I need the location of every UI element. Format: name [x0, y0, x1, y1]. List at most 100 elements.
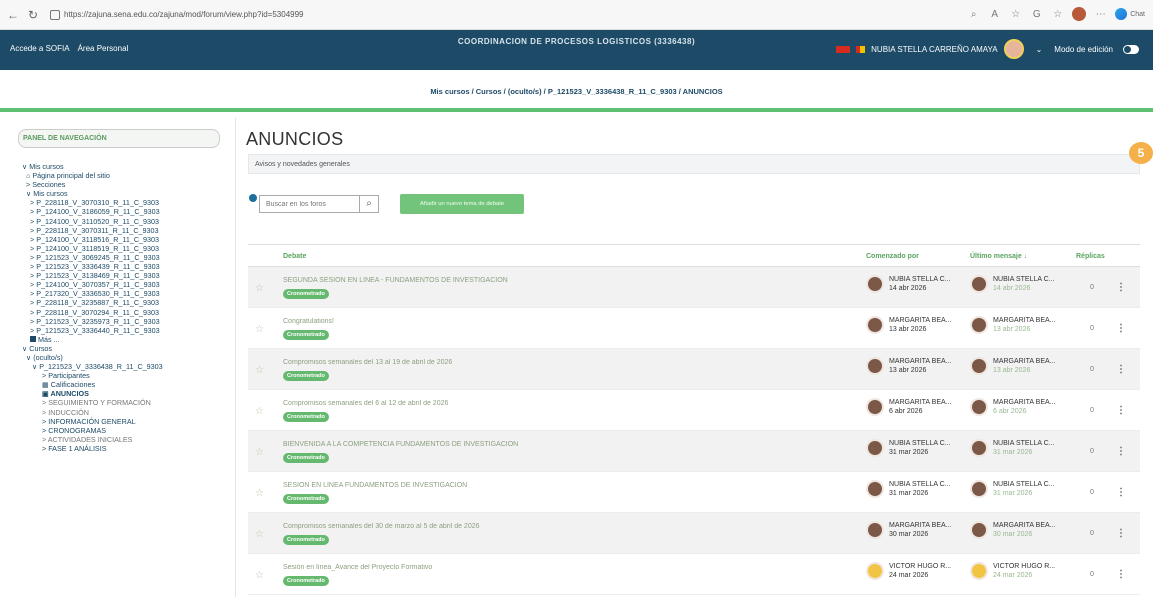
nav-item[interactable]: > Participantes [22, 371, 234, 380]
browser-toolbar: ← ↻ https://zajuna.sena.edu.co/zajuna/mo… [0, 0, 1153, 30]
started-by: NUBIA STELLA C... 31 mar 2026 [866, 439, 950, 457]
nav-item[interactable]: > P_124100_V_3118519_R_11_C_9303 [22, 244, 234, 253]
profile-avatar-icon[interactable] [1072, 7, 1087, 21]
reply-count: 0 [1090, 571, 1094, 578]
table-row[interactable]: ☆ SEGUNDA SESIÓN EN LÍNEA - FUNDAMENTOS … [248, 267, 1140, 308]
notification-badge[interactable]: 5 [1129, 142, 1153, 164]
nav-item[interactable]: > P_124100_V_3186059_R_11_C_9303 [22, 207, 234, 216]
last-post: MARGARITA BEA... 30 mar 2026 [970, 521, 1056, 539]
back-icon[interactable]: ← [6, 8, 20, 22]
address-bar[interactable]: https://zajuna.sena.edu.co/zajuna/mod/fo… [46, 6, 308, 24]
started-by-header[interactable]: Comenzado por [866, 253, 919, 260]
nav-item[interactable]: ∨ P_121523_V_3336438_R_11_C_9303 [22, 362, 234, 371]
started-by: NUBIA STELLA C... 14 abr 2026 [866, 275, 950, 293]
nav-item[interactable]: > P_121523_V_3336440_R_11_C_9303 [22, 326, 234, 335]
star-icon[interactable]: ☆ [255, 447, 264, 458]
nav-item[interactable]: > INFORMACIÓN GENERAL [22, 417, 234, 426]
table-row[interactable]: ☆ BIENVENIDA A LA COMPETENCIA FUNDAMENTO… [248, 431, 1140, 472]
star-icon[interactable]: ☆ [255, 488, 264, 499]
nav-item[interactable]: ▦ Calificaciones [22, 380, 234, 389]
nav-item[interactable]: > P_121523_V_3069245_R_11_C_9303 [22, 253, 234, 262]
star-icon[interactable]: ☆ [255, 365, 264, 376]
replies-header[interactable]: Réplicas [1076, 253, 1105, 260]
avatar [866, 439, 884, 457]
discussion-title[interactable]: Sesión en línea_Avance del Proyecto Form… [283, 564, 843, 571]
info-icon[interactable] [249, 194, 257, 202]
nav-item[interactable]: > P_124100_V_3118516_R_11_C_9303 [22, 235, 234, 244]
more-icon[interactable]: ⋯ [1094, 8, 1107, 21]
avatar [970, 275, 988, 293]
search-input[interactable] [260, 196, 360, 212]
more-vertical-icon[interactable]: ⋮ [1116, 446, 1126, 457]
star-icon[interactable]: ☆ [255, 324, 264, 335]
favorite-icon[interactable]: ☆ [1009, 8, 1022, 21]
page-title: ANUNCIOS [246, 129, 344, 149]
add-discussion-button[interactable]: Añadir un nuevo tema de debate [400, 194, 524, 214]
timed-badge: Cronometrado [283, 453, 329, 463]
more-vertical-icon[interactable]: ⋮ [1116, 323, 1126, 334]
language-icon[interactable] [856, 45, 866, 53]
nav-item[interactable]: ∨ Cursos [22, 344, 234, 353]
nav-item[interactable]: > P_121523_V_3138469_R_11_C_9303 [22, 271, 234, 280]
timed-badge: Cronometrado [283, 412, 329, 422]
discussion-title[interactable]: SEGUNDA SESIÓN EN LÍNEA - FUNDAMENTOS DE… [283, 277, 843, 284]
debate-header[interactable]: Debate [283, 253, 306, 260]
table-row[interactable]: ☆ SESIÓN EN LÍNEA FUNDAMENTOS DE INVESTI… [248, 472, 1140, 513]
discussion-title[interactable]: SESIÓN EN LÍNEA FUNDAMENTOS DE INVESTIGA… [283, 482, 843, 489]
search-icon[interactable]: ⌕ [359, 195, 378, 213]
nav-item[interactable]: > P_228118_V_3070294_R_11_C_9303 [22, 308, 234, 317]
nav-item[interactable]: > P_124100_V_3110520_R_11_C_9303 [22, 217, 234, 226]
discussion-title[interactable]: BIENVENIDA A LA COMPETENCIA FUNDAMENTOS … [283, 441, 843, 448]
nav-item[interactable]: > CRONOGRAMAS [22, 426, 234, 435]
discussion-title[interactable]: Compromisos semanales del 6 al 12 de abr… [283, 400, 843, 407]
nav-item[interactable]: > FASE 1 ANÁLISIS [22, 444, 234, 453]
nav-item[interactable]: ∨ (oculto/s) [22, 353, 234, 362]
more-vertical-icon[interactable]: ⋮ [1116, 569, 1126, 580]
table-row[interactable]: ☆ Congratulations! Cronometrado MARGARIT… [248, 308, 1140, 349]
nav-item[interactable]: ∨ Mis cursos [22, 189, 234, 198]
table-row[interactable]: ☆ Compromisos semanales del 13 al 19 de … [248, 349, 1140, 390]
star-icon[interactable]: ☆ [255, 529, 264, 540]
more-vertical-icon[interactable]: ⋮ [1116, 487, 1126, 498]
nav-item[interactable]: > P_228118_V_3235887_R_11_C_9303 [22, 298, 234, 307]
star-icon[interactable]: ☆ [255, 570, 264, 581]
zoom-icon[interactable]: ⌕ [967, 8, 980, 21]
read-aloud-icon[interactable]: A [988, 8, 1001, 21]
nav-item[interactable]: > P_228118_V_3070311_R_11_C_9303 [22, 226, 234, 235]
nav-item[interactable]: > ACTIVIDADES INICIALES [22, 435, 234, 444]
more-vertical-icon[interactable]: ⋮ [1116, 405, 1126, 416]
table-row[interactable]: ☆ Sesión en línea_Avance del Proyecto Fo… [248, 554, 1140, 595]
discussion-title[interactable]: Congratulations! [283, 318, 843, 325]
nav-item[interactable]: > Secciones [22, 180, 234, 189]
nav-item[interactable]: ∨ Mis cursos [22, 162, 234, 171]
table-row[interactable]: ☆ Compromisos semanales del 6 al 12 de a… [248, 390, 1140, 431]
refresh-tab-icon[interactable]: G [1030, 8, 1043, 21]
discussion-title[interactable]: Compromisos semanales del 30 de marzo al… [283, 523, 843, 530]
nav-item-active[interactable]: ▣ ANUNCIOS [22, 389, 234, 398]
more-vertical-icon[interactable]: ⋮ [1116, 528, 1126, 539]
nav-item[interactable]: > P_121523_V_3336439_R_11_C_9303 [22, 262, 234, 271]
table-row[interactable]: ☆ Compromisos semanales del 30 de marzo … [248, 513, 1140, 554]
nav-item[interactable]: > P_121523_V_3235973_R_11_C_9303 [22, 317, 234, 326]
nav-item[interactable]: > P_124100_V_3070357_R_11_C_9303 [22, 280, 234, 289]
nav-item[interactable]: > SEGUIMIENTO Y FORMACIÓN [22, 398, 234, 407]
nav-item[interactable]: > P_228118_V_3070310_R_11_C_9303 [22, 198, 234, 207]
last-post-header[interactable]: Último mensaje ↓ [970, 253, 1027, 260]
collections-icon[interactable]: ☆ [1051, 8, 1064, 21]
chat-button[interactable]: Chat [1115, 8, 1145, 20]
more-vertical-icon[interactable]: ⋮ [1116, 364, 1126, 375]
star-icon[interactable]: ☆ [255, 406, 264, 417]
nav-item[interactable]: Más ... [22, 335, 234, 344]
more-vertical-icon[interactable]: ⋮ [1116, 282, 1126, 293]
url-text: https://zajuna.sena.edu.co/zajuna/mod/fo… [64, 10, 304, 19]
reload-icon[interactable]: ↻ [26, 8, 40, 22]
reply-count: 0 [1090, 407, 1094, 414]
forum-description-text: Avisos y novedades generales [255, 161, 350, 168]
nav-item[interactable]: ⌂ Página principal del sitio [22, 171, 234, 180]
nav-item[interactable]: > INDUCCIÓN [22, 408, 234, 417]
discussion-title[interactable]: Compromisos semanales del 13 al 19 de ab… [283, 359, 843, 366]
star-icon[interactable]: ☆ [255, 283, 264, 294]
breadcrumb[interactable]: Mis cursos / Cursos / (oculto/s) / P_121… [0, 87, 1153, 96]
nav-item[interactable]: > P_217320_V_3336530_R_11_C_9303 [22, 289, 234, 298]
avatar [970, 398, 988, 416]
